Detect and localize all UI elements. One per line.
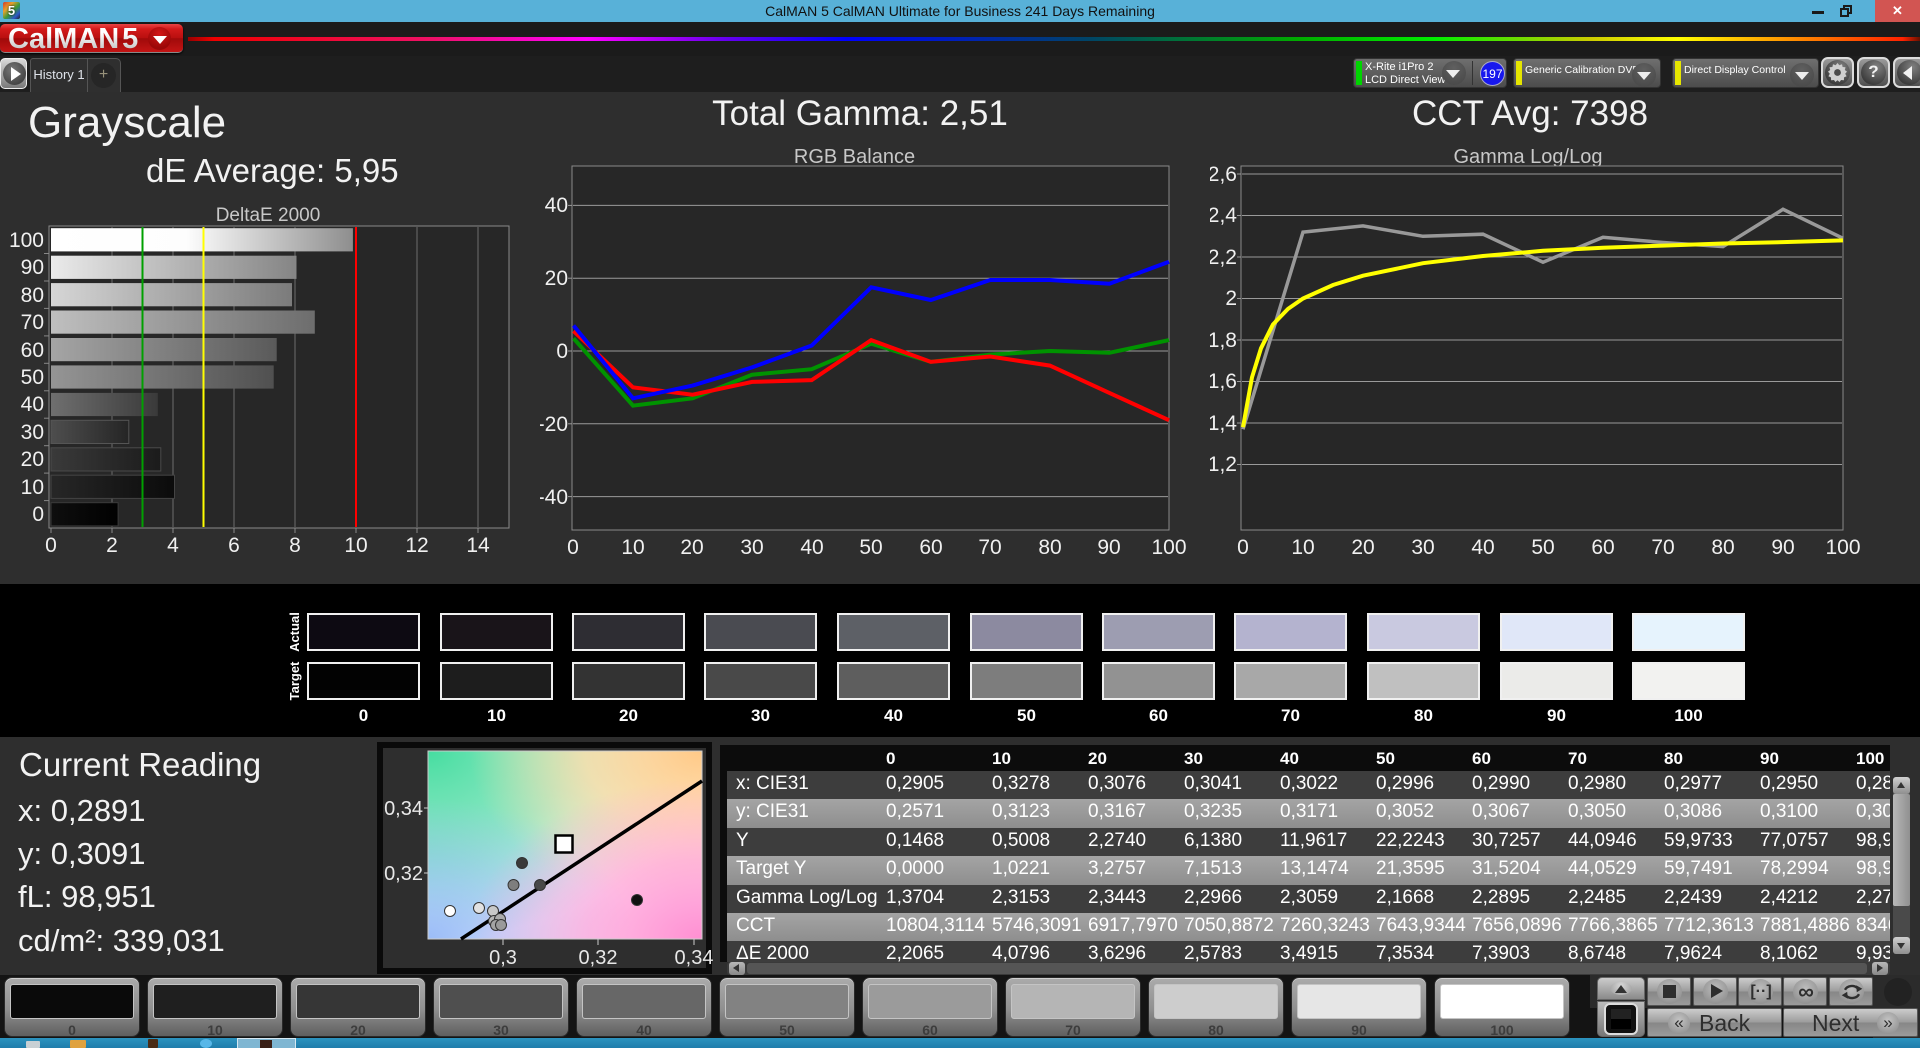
svg-text:-40: -40	[540, 486, 568, 509]
svg-text:0: 0	[1237, 536, 1249, 559]
svg-text:2: 2	[1225, 287, 1237, 310]
svg-text:70: 70	[21, 311, 44, 334]
svg-text:-20: -20	[540, 413, 568, 436]
svg-text:20: 20	[1351, 536, 1374, 559]
svg-text:60: 60	[1591, 536, 1614, 559]
svg-text:14: 14	[466, 534, 490, 557]
svg-text:40: 40	[800, 536, 823, 559]
svg-text:2: 2	[106, 534, 118, 557]
svg-text:6: 6	[228, 534, 240, 557]
svg-text:1,6: 1,6	[1210, 370, 1237, 393]
svg-text:90: 90	[1097, 536, 1120, 559]
svg-text:100: 100	[1151, 536, 1186, 559]
svg-text:30: 30	[740, 536, 763, 559]
svg-text:60: 60	[919, 536, 942, 559]
svg-text:4: 4	[167, 534, 179, 557]
svg-text:90: 90	[21, 256, 44, 279]
svg-text:1,2: 1,2	[1210, 453, 1237, 476]
svg-text:0: 0	[567, 536, 579, 559]
svg-text:20: 20	[545, 267, 568, 290]
svg-text:0,3: 0,3	[489, 947, 517, 968]
svg-text:70: 70	[1651, 536, 1674, 559]
svg-text:2,6: 2,6	[1210, 163, 1237, 186]
svg-text:1,4: 1,4	[1210, 412, 1237, 435]
svg-text:12: 12	[405, 534, 428, 557]
svg-text:50: 50	[1531, 536, 1554, 559]
svg-text:40: 40	[21, 393, 44, 416]
svg-text:80: 80	[1711, 536, 1734, 559]
svg-text:10: 10	[344, 534, 367, 557]
svg-text:30: 30	[1411, 536, 1434, 559]
svg-text:80: 80	[1038, 536, 1061, 559]
svg-text:2,4: 2,4	[1210, 204, 1237, 227]
svg-text:100: 100	[9, 229, 44, 252]
svg-text:20: 20	[21, 448, 44, 471]
svg-text:90: 90	[1771, 536, 1794, 559]
svg-text:80: 80	[21, 284, 44, 307]
svg-text:0,32: 0,32	[384, 863, 423, 885]
svg-text:0: 0	[45, 534, 57, 557]
svg-text:10: 10	[621, 536, 644, 559]
svg-text:10: 10	[21, 476, 44, 499]
svg-text:8: 8	[289, 534, 301, 557]
svg-text:20: 20	[680, 536, 703, 559]
svg-text:2,2: 2,2	[1210, 246, 1237, 269]
svg-text:70: 70	[978, 536, 1001, 559]
svg-text:100: 100	[1825, 536, 1860, 559]
svg-text:0,32: 0,32	[579, 947, 618, 968]
svg-text:50: 50	[859, 536, 882, 559]
svg-text:40: 40	[1471, 536, 1494, 559]
svg-text:0: 0	[556, 340, 568, 363]
svg-text:0,34: 0,34	[384, 798, 423, 820]
svg-text:1,8: 1,8	[1210, 329, 1237, 352]
svg-text:10: 10	[1291, 536, 1314, 559]
svg-text:30: 30	[21, 421, 44, 444]
svg-text:60: 60	[21, 339, 44, 362]
svg-text:50: 50	[21, 366, 44, 389]
svg-text:40: 40	[545, 194, 568, 217]
svg-text:0: 0	[32, 503, 44, 526]
svg-text:0,34: 0,34	[675, 947, 714, 968]
